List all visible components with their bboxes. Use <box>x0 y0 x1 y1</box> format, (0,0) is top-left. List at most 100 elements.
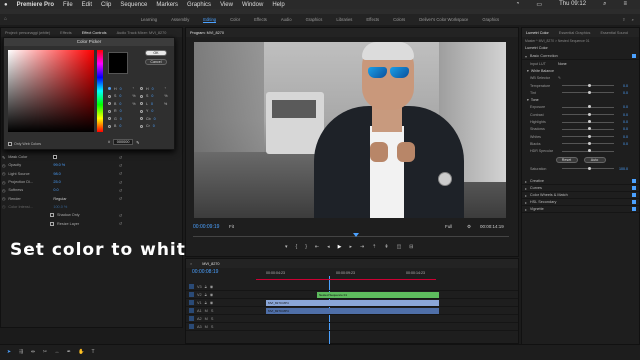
reset-button[interactable]: Reset <box>555 156 578 163</box>
exposure-slider[interactable] <box>562 105 614 109</box>
section-creative[interactable]: ▸ Creative <box>522 178 639 186</box>
menu-window[interactable]: Window <box>242 2 263 8</box>
step-back-icon[interactable]: ◂ <box>327 244 330 250</box>
selection-tool-icon[interactable]: ➤ <box>6 349 12 355</box>
radio-blue[interactable] <box>108 124 111 128</box>
temperature-value[interactable]: 0.0 <box>618 84 628 88</box>
slider-knob[interactable] <box>588 134 591 138</box>
zoom-select[interactable]: Fit <box>229 224 234 229</box>
stopwatch-icon[interactable]: ◷ <box>2 171 5 176</box>
field-s[interactable]: 0 <box>119 94 129 98</box>
opacity-value[interactable]: 99.0 % <box>53 163 73 167</box>
radio-h[interactable] <box>108 87 111 91</box>
hue-slider[interactable] <box>97 50 103 132</box>
eye-icon[interactable]: ◉ <box>210 292 213 297</box>
softness-value[interactable]: 0.0 <box>53 188 73 192</box>
lock-icon[interactable]: 🔒︎ <box>205 285 207 289</box>
go-to-in-icon[interactable]: ⇤ <box>315 244 319 250</box>
hand-icon[interactable]: ✋ <box>78 349 84 355</box>
field-cb[interactable]: 0 <box>154 117 164 121</box>
radio-cr[interactable] <box>140 124 143 128</box>
lock-icon[interactable]: 🔒︎ <box>205 293 207 297</box>
light-source-value[interactable]: 98.0 <box>53 172 73 176</box>
blacks-slider[interactable] <box>562 141 614 145</box>
section-toggle[interactable] <box>632 179 636 184</box>
stopwatch-icon[interactable]: ◷ <box>2 196 5 201</box>
reset-icon[interactable]: ↺ <box>119 213 122 218</box>
menu-graphics[interactable]: Graphics <box>187 2 211 8</box>
reset-icon[interactable]: ↺ <box>119 196 122 201</box>
app-menu[interactable]: Premiere Pro <box>17 2 54 8</box>
field-y[interactable]: 0 <box>151 109 161 113</box>
export-frame-icon[interactable]: ◫ <box>397 244 402 250</box>
eyedropper-icon[interactable]: ✎ <box>558 76 561 80</box>
mute-icon[interactable]: M <box>205 317 208 321</box>
auto-button[interactable]: Auto <box>583 156 606 163</box>
workspace-colors[interactable]: Colors <box>393 17 405 22</box>
solo-icon[interactable]: S <box>211 317 214 321</box>
temperature-slider[interactable] <box>562 83 614 87</box>
ripple-edit-icon[interactable]: ⇹ <box>30 349 36 355</box>
tint-slider[interactable] <box>562 90 614 94</box>
field-g[interactable]: 0 <box>120 117 130 121</box>
solo-icon[interactable]: S <box>211 309 214 313</box>
slider-knob[interactable] <box>588 120 591 124</box>
tab-lumetri[interactable]: Lumetri Color <box>526 31 549 35</box>
stopwatch-icon[interactable]: ◷ <box>2 180 5 185</box>
workspace-assembly[interactable]: Assembly <box>171 17 189 22</box>
eyedropper-icon[interactable]: ✎ <box>2 155 5 160</box>
workspace-graphics[interactable]: Graphics <box>306 17 323 22</box>
field-b[interactable]: 0 <box>119 102 129 106</box>
saturation-slider[interactable] <box>562 166 614 170</box>
stopwatch-icon[interactable]: ◷ <box>2 204 5 209</box>
tab-essential-graphics[interactable]: Essential Graphics <box>559 31 591 35</box>
slider-knob[interactable] <box>588 83 591 87</box>
section-vignette[interactable]: ▸ Vignette <box>522 206 639 214</box>
type-icon[interactable]: T <box>90 349 96 355</box>
track-target[interactable] <box>189 324 194 329</box>
clip-video[interactable]: MVI_8270.MP4 <box>266 300 439 306</box>
slider-knob[interactable] <box>588 166 591 170</box>
comparison-view-icon[interactable]: ⊟ <box>409 244 413 250</box>
reset-icon[interactable]: ↺ <box>119 163 122 168</box>
whites-slider[interactable] <box>562 134 614 138</box>
resize-layer-checkbox[interactable] <box>50 221 54 226</box>
contrast-slider[interactable] <box>562 112 614 116</box>
eye-icon[interactable]: ◉ <box>210 284 213 289</box>
solo-icon[interactable]: S <box>211 325 214 329</box>
workspace-audio[interactable]: Audio <box>281 17 292 22</box>
go-to-out-icon[interactable]: ⇥ <box>360 244 364 250</box>
blacks-value[interactable]: 0.0 <box>618 142 628 146</box>
section-toggle[interactable] <box>632 193 636 198</box>
field-r[interactable]: 0 <box>120 109 130 113</box>
mute-icon[interactable]: M <box>205 309 208 313</box>
search-icon[interactable]: ⌕ <box>603 1 606 8</box>
menu-sequence[interactable]: Sequence <box>120 2 147 8</box>
input-lut-select[interactable]: None <box>558 62 567 66</box>
section-toggle[interactable] <box>632 54 636 58</box>
radio-hsl-s[interactable] <box>140 94 143 98</box>
web-colors-checkbox[interactable] <box>8 142 12 146</box>
pen-icon[interactable]: ✒ <box>66 349 72 355</box>
lumetri-effect-name[interactable]: Lumetri Color <box>522 45 639 53</box>
workspace-effects-2[interactable]: Effects <box>366 17 379 22</box>
menu-file[interactable]: File <box>63 2 73 8</box>
wifi-icon[interactable]: ◔ <box>516 1 520 8</box>
clip-audio[interactable]: MVI_8270.MP4 <box>266 308 439 314</box>
field-hsl-s[interactable]: 0 <box>151 94 161 98</box>
field-cr[interactable]: 0 <box>153 124 163 128</box>
step-forward-icon[interactable]: ▸ <box>349 244 352 250</box>
radio-cb[interactable] <box>140 117 143 121</box>
section-basic-correction[interactable]: ▾ Basic Correction <box>522 53 639 60</box>
contrast-value[interactable]: 0.0 <box>618 113 628 117</box>
saturation-value[interactable]: 100.0 <box>618 167 628 171</box>
slip-icon[interactable]: ↔ <box>54 349 60 355</box>
track-target[interactable] <box>189 316 194 321</box>
quality-select[interactable]: Full <box>445 224 452 229</box>
tab-essential-sound[interactable]: Essential Sound <box>600 31 627 35</box>
radio-b[interactable] <box>108 102 111 106</box>
slider-knob[interactable] <box>588 127 591 131</box>
radio-g[interactable] <box>108 117 111 121</box>
radio-y[interactable] <box>140 109 143 113</box>
apple-icon[interactable]: ● <box>4 2 8 8</box>
